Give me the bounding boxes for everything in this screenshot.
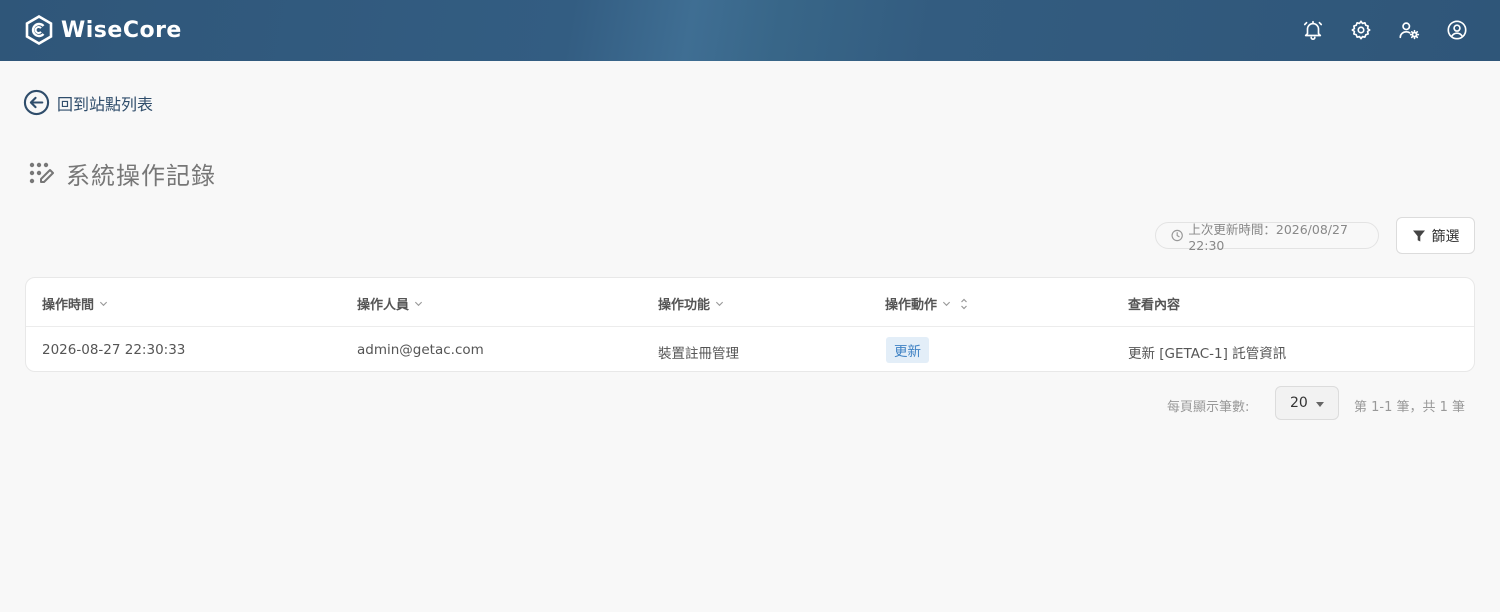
user-settings-icon[interactable] [1396,17,1422,43]
page-title: 系統操作記錄 [66,162,216,190]
caret-down-icon [1316,402,1324,407]
cell-function: 裝置註冊管理 [658,346,739,362]
sort-icon[interactable] [960,298,968,310]
chevron-down-icon [942,301,951,307]
notification-bell-icon[interactable] [1300,17,1326,43]
operation-log-icon [29,162,54,183]
column-header-operator[interactable]: 操作人員 [357,294,423,313]
per-page-label: 每頁顯示筆數: [1167,400,1250,415]
settings-gear-icon[interactable] [1348,17,1374,43]
column-header-label: 操作時間 [42,298,95,313]
arrow-left-circle-icon [23,89,50,116]
back-to-site-list-link[interactable]: 回到站點列表 [23,89,153,116]
table-row[interactable]: 2026-08-27 22:30:33 admin@getac.com 裝置註冊… [26,327,1474,372]
wisecore-logo-icon [25,15,53,45]
action-badge: 更新 [886,337,929,363]
column-header-content: 查看內容 [1128,294,1180,313]
chevron-down-icon [715,301,724,307]
column-header-label: 操作功能 [658,298,711,313]
cell-operator: admin@getac.com [357,342,484,358]
clock-icon [1171,229,1183,242]
last-updated-badge: 上次更新時間：2026/08/27 22:30 [1155,222,1379,253]
back-link-label: 回到站點列表 [57,94,154,114]
operation-log-table: 操作時間 操作人員 操作功能 操作動作 查看內容 2026-08-27 22:3… [25,277,1475,372]
account-icon[interactable] [1444,17,1470,43]
cell-time: 2026-08-27 22:30:33 [42,342,186,358]
column-header-action[interactable]: 操作動作 [885,294,968,313]
top-navigation-bar: WiseCore [0,0,1500,61]
column-header-time[interactable]: 操作時間 [42,294,108,313]
page-heading: 系統操作記錄 [28,156,216,191]
brand-name: WiseCore [61,17,182,43]
filter-funnel-icon [1412,230,1425,241]
pagination-info: 第 1-1 筆，共 1 筆 [1354,400,1466,415]
chevron-down-icon [414,301,423,307]
column-header-function[interactable]: 操作功能 [658,294,724,313]
per-page-select[interactable]: 20 [1275,386,1339,420]
last-updated-text: 上次更新時間：2026/08/27 22:30 [1188,221,1348,253]
filter-button[interactable]: 篩選 [1396,217,1475,254]
brand-logo[interactable]: WiseCore [24,15,182,45]
table-header: 操作時間 操作人員 操作功能 操作動作 查看內容 [26,278,1474,327]
cell-content: 更新 [GETAC-1] 託管資訊 [1128,346,1287,362]
column-header-label: 操作人員 [357,298,410,313]
column-header-label: 查看內容 [1128,298,1181,313]
chevron-down-icon [99,301,108,307]
filter-button-label: 篩選 [1431,228,1460,245]
per-page-value: 20 [1290,395,1308,411]
column-header-label: 操作動作 [885,298,938,313]
